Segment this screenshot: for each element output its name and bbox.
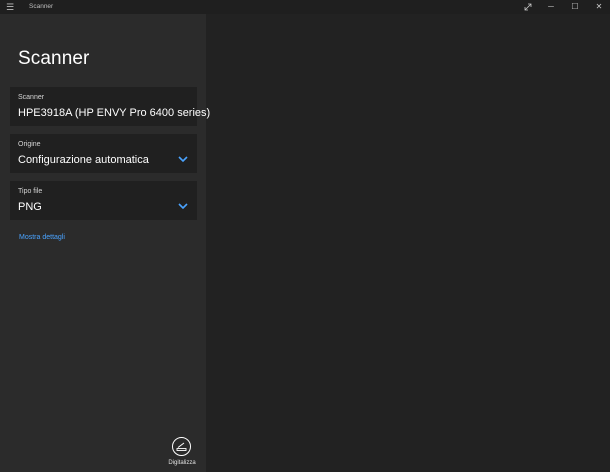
scanner-field-value: HPE3918A (HP ENVY Pro 6400 series) <box>18 107 211 119</box>
title-bar: ☰ Scanner ─ ☐ ✕ <box>0 0 610 14</box>
file-type-dropdown-value: PNG <box>18 201 42 213</box>
source-dropdown-label: Origine <box>18 141 41 148</box>
scanner-window: ☰ Scanner ─ ☐ ✕ Scanner Scanner HPE3918A… <box>0 0 610 472</box>
file-type-dropdown-label: Tipo file <box>18 188 43 195</box>
chevron-down-icon <box>178 156 188 163</box>
page-title: Scanner <box>18 48 90 69</box>
close-button[interactable]: ✕ <box>587 0 610 14</box>
source-dropdown[interactable]: Origine Configurazione automatica <box>10 134 197 173</box>
scanner-field[interactable]: Scanner HPE3918A (HP ENVY Pro 6400 serie… <box>10 87 210 126</box>
chevron-down-icon <box>178 203 188 210</box>
preview-area <box>206 14 610 472</box>
minimize-button[interactable]: ─ <box>539 0 563 14</box>
file-type-dropdown[interactable]: Tipo file PNG <box>10 181 197 220</box>
window-title: Scanner <box>29 3 54 10</box>
show-details-link[interactable]: Mostra dettagli <box>19 234 65 241</box>
scanner-field-label: Scanner <box>18 94 45 101</box>
scan-icon <box>172 437 191 456</box>
expand-icon[interactable] <box>516 0 540 14</box>
settings-pane <box>0 14 206 472</box>
hamburger-menu-icon[interactable]: ☰ <box>4 1 16 13</box>
maximize-button[interactable]: ☐ <box>563 0 587 14</box>
scan-button-label: Digitalizza <box>168 460 196 466</box>
source-dropdown-value: Configurazione automatica <box>18 154 149 166</box>
scan-button[interactable]: Digitalizza <box>162 435 202 471</box>
